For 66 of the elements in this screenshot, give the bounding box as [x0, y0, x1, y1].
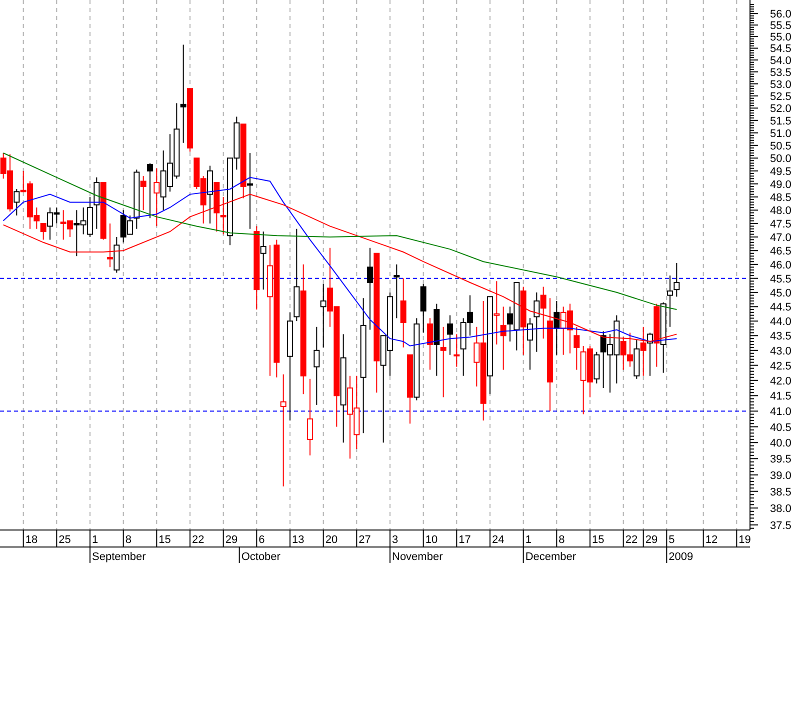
date-axis-label: 22	[625, 534, 638, 546]
date-axis-label: 25	[58, 534, 71, 546]
date-axis-label: 29	[225, 534, 238, 546]
date-axis-label: 27	[358, 534, 371, 546]
date-axis-label: 6	[258, 534, 265, 546]
price-axis-label: 52.5	[770, 90, 792, 103]
date-axis-label: 20	[325, 534, 338, 546]
price-axis-label: 37.5	[770, 520, 792, 532]
date-axis-label: 18	[25, 534, 38, 546]
price-axis-label: 50.0	[770, 153, 792, 166]
date-axis-label: 17	[458, 534, 471, 546]
price-axis-label: 55.0	[770, 32, 792, 44]
price-axis-label: 45.5	[770, 273, 792, 286]
price-axis-label: 56.0	[770, 8, 792, 21]
price-axis-label: 41.5	[770, 390, 792, 403]
month-axis-label: September	[92, 551, 146, 563]
price-axis-label: 52.0	[770, 103, 792, 116]
price-axis-label: 55.5	[770, 20, 792, 32]
date-axis-label: 19	[738, 534, 751, 546]
price-axis-label: 50.5	[770, 140, 792, 152]
date-axis-label: 8	[558, 534, 565, 546]
date-axis-label: 3	[392, 534, 398, 546]
date-axis-label: 1	[92, 534, 98, 546]
date-axis-label: 29	[645, 534, 658, 546]
month-axis-label: 2009	[668, 551, 694, 563]
price-axis-label: 42.5	[770, 360, 792, 372]
date-axis-label: 24	[492, 534, 504, 546]
price-axis-label: 44.0	[770, 316, 792, 328]
price-axis-label: 41.0	[770, 406, 792, 418]
price-axis-label: 46.0	[770, 259, 792, 272]
price-axis-label: 45.0	[770, 287, 792, 300]
price-axis-label: 39.0	[770, 470, 792, 482]
price-axis-label: 54.5	[770, 43, 792, 56]
price-axis-label: 38.5	[770, 486, 792, 498]
price-axis-label: 47.0	[770, 232, 792, 244]
price-axis-label: 48.0	[770, 205, 792, 218]
date-axis-label: 10	[425, 534, 438, 546]
price-axis-label: 49.5	[770, 166, 792, 178]
date-axis-label: 1	[525, 534, 532, 546]
price-axis-label: 38.0	[770, 503, 792, 515]
price-axis-label: 44.5	[770, 302, 792, 314]
price-axis-label: 53.5	[770, 66, 792, 79]
price-axis-label: 49.0	[770, 178, 792, 191]
date-axis-label: 13	[292, 534, 304, 546]
price-axis-label: 48.5	[770, 192, 792, 204]
price-axis-label: 54.0	[770, 54, 792, 67]
date-axis-label: 12	[705, 534, 718, 546]
price-axis-label: 42.0	[770, 375, 792, 388]
month-axis-label: October	[241, 551, 280, 563]
date-axis-label: 15	[158, 534, 171, 546]
price-axis-label: 40.5	[770, 422, 792, 434]
price-axis-label: 51.0	[770, 128, 792, 140]
price-axis-label: 51.5	[770, 115, 792, 128]
date-axis-label: 5	[668, 534, 675, 546]
date-axis-label: 15	[592, 534, 604, 546]
price-axis-label: 40.0	[770, 438, 792, 450]
date-axis-label: 8	[125, 534, 132, 546]
price-axis-label: 43.5	[770, 330, 792, 343]
month-axis-label: November	[392, 551, 443, 563]
date-axis-label: 22	[192, 534, 204, 546]
price-axis-label: 43.0	[770, 345, 792, 358]
month-axis-label: December	[525, 551, 576, 563]
price-axis-label: 39.5	[770, 454, 792, 466]
price-axis-label: 53.0	[770, 78, 792, 91]
price-axis-label: 47.5	[770, 218, 792, 230]
price-axis-label: 46.5	[770, 246, 792, 258]
